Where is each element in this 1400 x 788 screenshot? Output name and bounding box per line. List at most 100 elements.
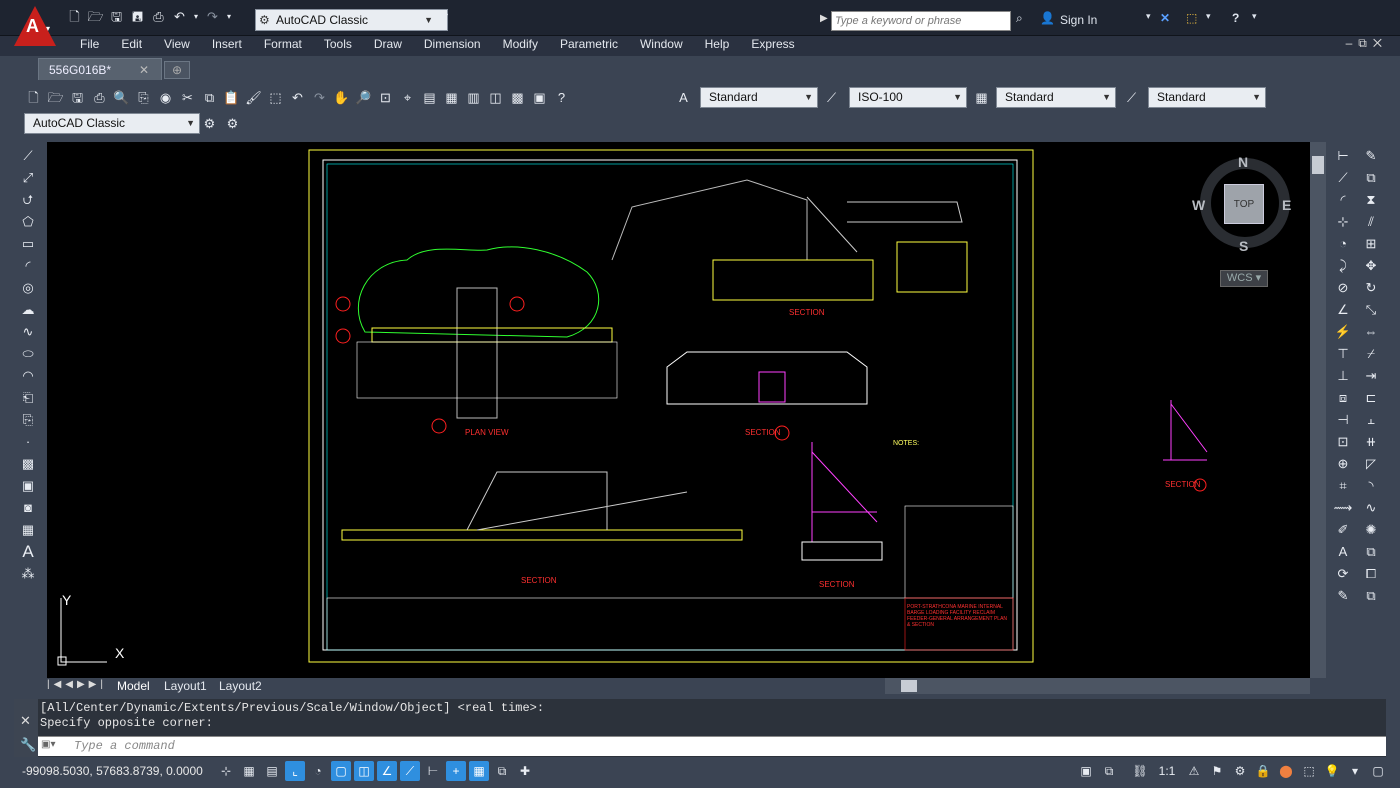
chevron-down-icon[interactable]: ▾ bbox=[1206, 11, 1211, 22]
dimension-linear-icon[interactable]: ⊢ bbox=[1330, 146, 1356, 165]
menu-dimension[interactable]: Dimension bbox=[413, 36, 492, 52]
paste-icon[interactable]: 📋 bbox=[222, 88, 241, 107]
dimension-continue-icon[interactable]: ⊥ bbox=[1330, 366, 1356, 385]
quick-dimension-icon[interactable]: ⚡ bbox=[1330, 322, 1356, 341]
chevron-down-icon[interactable]: ▾ bbox=[192, 8, 200, 25]
undo-icon[interactable]: ↶ bbox=[288, 88, 307, 107]
menu-parametric[interactable]: Parametric bbox=[549, 36, 629, 52]
print-icon[interactable]: ⎙ bbox=[150, 8, 167, 25]
command-prompt-icon[interactable]: ▣▾ bbox=[41, 739, 67, 753]
text-style-select[interactable]: Standard ▼ bbox=[700, 87, 818, 108]
wrench-icon[interactable]: 🔧 bbox=[20, 737, 36, 753]
binoculars-icon[interactable]: ⌕ bbox=[1016, 11, 1023, 26]
ortho-mode-icon[interactable]: ⌞ bbox=[285, 761, 305, 781]
calculator-icon[interactable]: ▣ bbox=[530, 88, 549, 107]
chevron-down-icon[interactable]: ▾ bbox=[1146, 11, 1151, 22]
workspace-switching-icon[interactable]: ⚙ bbox=[1230, 761, 1250, 781]
quick-properties-icon[interactable]: ⧉ bbox=[492, 761, 512, 781]
array-icon[interactable]: ⊞ bbox=[1358, 234, 1384, 253]
multiline-text-icon[interactable]: A bbox=[19, 542, 38, 561]
workspace-select[interactable]: AutoCAD Classic ▼ bbox=[24, 113, 200, 134]
offset-icon[interactable]: ⫽ bbox=[1358, 212, 1384, 231]
status-menu-icon[interactable]: ▾ bbox=[1345, 761, 1365, 781]
ellipse-arc-icon[interactable]: ◠ bbox=[19, 366, 38, 385]
undo-icon[interactable]: ↶ bbox=[171, 8, 188, 25]
save-as-icon[interactable]: 🖪 bbox=[129, 8, 146, 25]
revision-cloud-icon[interactable]: ☁ bbox=[19, 300, 38, 319]
coordinate-display[interactable]: -99098.5030, 57683.8739, 0.0000 bbox=[22, 764, 203, 778]
dimension-jogged-icon[interactable]: ⤸ bbox=[1330, 256, 1356, 275]
region-icon[interactable]: ◙ bbox=[19, 498, 38, 517]
table-style-icon[interactable]: ▦ bbox=[972, 88, 991, 107]
menu-file[interactable]: File bbox=[69, 36, 110, 52]
customize-qat-icon[interactable]: ⯆ bbox=[436, 9, 453, 26]
zoom-realtime-icon[interactable]: 🔎 bbox=[354, 88, 373, 107]
tolerance-icon[interactable]: ⊡ bbox=[1330, 432, 1356, 451]
copy-icon[interactable]: ⧉ bbox=[200, 88, 219, 107]
workspace-settings-icon[interactable]: ⚙ bbox=[223, 114, 242, 133]
chevron-down-icon[interactable]: ▾ bbox=[225, 8, 233, 25]
new-tab-button[interactable]: ⊕ bbox=[164, 61, 190, 79]
rectangle-icon[interactable]: ▭ bbox=[19, 234, 38, 253]
blend-curves-icon[interactable]: ∿ bbox=[1358, 498, 1384, 517]
snap-mode-icon[interactable]: ▦ bbox=[239, 761, 259, 781]
line-icon[interactable]: ⟋ bbox=[19, 146, 38, 165]
inspection-icon[interactable]: ⌗ bbox=[1330, 476, 1356, 495]
group-icon[interactable]: ⧠ bbox=[1358, 564, 1384, 583]
close-icon[interactable]: ✕ bbox=[139, 59, 149, 81]
search-input[interactable]: Type a keyword or phrase bbox=[831, 11, 1011, 31]
model-space-icon[interactable]: ▣ bbox=[1076, 761, 1096, 781]
menu-help[interactable]: Help bbox=[694, 36, 741, 52]
jogged-linear-icon[interactable]: ⟿ bbox=[1330, 498, 1356, 517]
break-icon[interactable]: ⫠ bbox=[1358, 410, 1384, 429]
hardware-acceleration-icon[interactable]: ⬤ bbox=[1276, 761, 1296, 781]
annotation-scale[interactable]: 1:1 bbox=[1153, 761, 1181, 781]
chevron-down-icon[interactable]: ▾ bbox=[1252, 11, 1257, 22]
draw-order-icon[interactable]: ⧉ bbox=[1358, 542, 1384, 561]
viewcube[interactable]: TOP N S E W bbox=[1192, 154, 1291, 254]
selection-cycling-icon[interactable]: ✚ bbox=[515, 761, 535, 781]
scroll-thumb[interactable] bbox=[1312, 156, 1324, 174]
sheet-set-icon[interactable]: ◫ bbox=[486, 88, 505, 107]
gradient-icon[interactable]: ▣ bbox=[19, 476, 38, 495]
caret-right-icon[interactable]: ▶ bbox=[820, 13, 828, 24]
drawing-area[interactable]: PLAN VIEW SECTION SECTION SECTION SECTIO… bbox=[47, 142, 1310, 678]
extend-icon[interactable]: ⇥ bbox=[1358, 366, 1384, 385]
trim-icon[interactable]: ⌿ bbox=[1358, 344, 1384, 363]
compass-south[interactable]: S bbox=[1239, 238, 1248, 254]
scroll-thumb[interactable] bbox=[901, 680, 917, 692]
autodesk-app-icon[interactable]: ⬚ bbox=[1186, 11, 1197, 25]
chamfer-icon[interactable]: ◸ bbox=[1358, 454, 1384, 473]
dimension-diameter-icon[interactable]: ⊘ bbox=[1330, 278, 1356, 297]
publish-icon[interactable]: ⎘ bbox=[134, 88, 153, 107]
insert-block-icon[interactable]: ⎗ bbox=[19, 388, 38, 407]
hatch-icon[interactable]: ▩ bbox=[19, 454, 38, 473]
cut-icon[interactable]: ✂ bbox=[178, 88, 197, 107]
menu-insert[interactable]: Insert bbox=[201, 36, 253, 52]
point-icon[interactable]: · bbox=[19, 432, 38, 451]
dynamic-ucs-icon[interactable]: ⟋ bbox=[400, 761, 420, 781]
dimension-angular-icon[interactable]: ∠ bbox=[1330, 300, 1356, 319]
object-snap-tracking-icon[interactable]: ∠ bbox=[377, 761, 397, 781]
infer-constraints-icon[interactable]: ⊹ bbox=[216, 761, 236, 781]
dimension-style-icon[interactable]: ✎ bbox=[1330, 586, 1356, 605]
dimension-edit-icon[interactable]: ✐ bbox=[1330, 520, 1356, 539]
spline-icon[interactable]: ∿ bbox=[19, 322, 38, 341]
menu-draw[interactable]: Draw bbox=[363, 36, 413, 52]
annotation-auto-add-icon[interactable]: ⚑ bbox=[1207, 761, 1227, 781]
multileader-style-select[interactable]: Standard ▼ bbox=[1148, 87, 1266, 108]
redo-icon[interactable]: ↷ bbox=[310, 88, 329, 107]
isolate-objects-icon[interactable]: ⬚ bbox=[1299, 761, 1319, 781]
erase-icon[interactable]: ✎ bbox=[1358, 146, 1384, 165]
open-icon[interactable]: 🗁 bbox=[87, 8, 104, 25]
dynamic-input-icon[interactable]: ⊢ bbox=[423, 761, 443, 781]
menu-tools[interactable]: Tools bbox=[313, 36, 363, 52]
clean-screen-icon[interactable]: ▢ bbox=[1368, 761, 1388, 781]
grid-display-icon[interactable]: ▤ bbox=[262, 761, 282, 781]
exchange-icon[interactable]: ✕ bbox=[1160, 11, 1170, 25]
dim-style-select[interactable]: ISO-100 ▼ bbox=[849, 87, 967, 108]
3d-print-icon[interactable]: ◉ bbox=[156, 88, 175, 107]
layout-nav-arrows[interactable]: |◀◀▶▶| bbox=[47, 679, 107, 690]
join-icon[interactable]: ⧺ bbox=[1358, 432, 1384, 451]
stretch-icon[interactable]: ⇔ bbox=[1358, 322, 1384, 341]
